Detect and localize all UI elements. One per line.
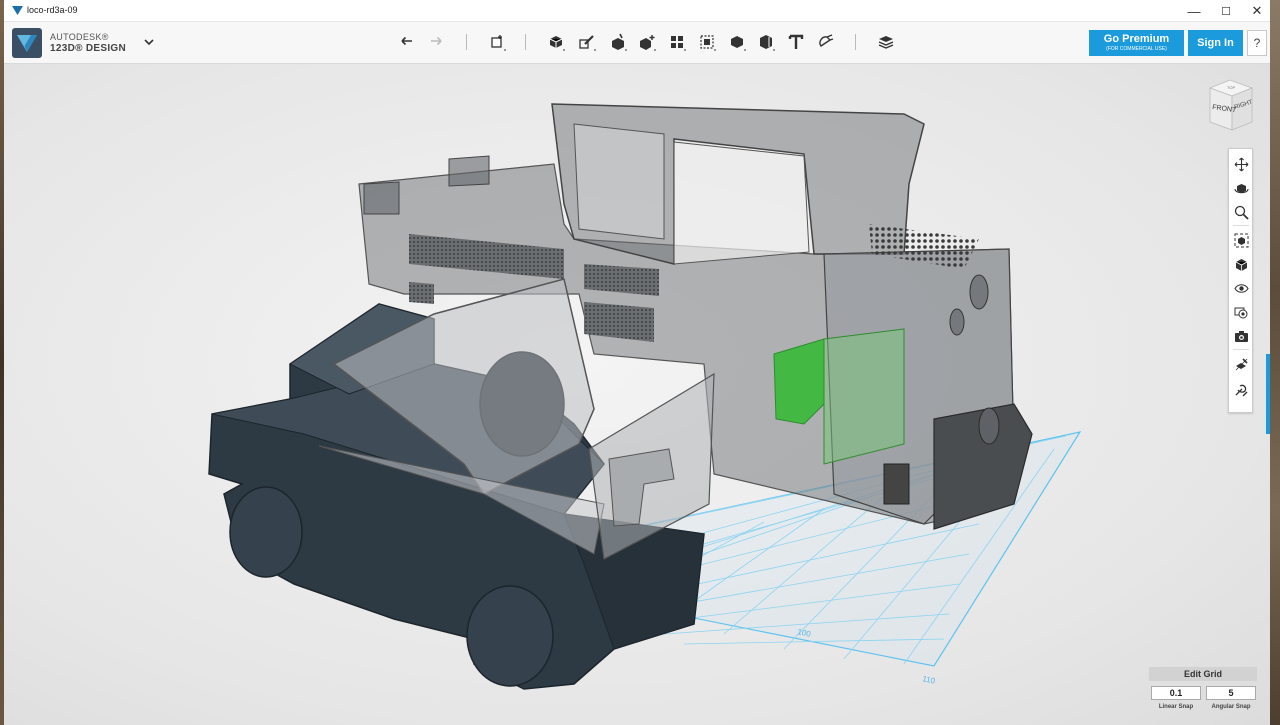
angular-snap-label: Angular Snap xyxy=(1211,704,1251,710)
app-brand-logo-icon[interactable] xyxy=(12,28,42,58)
dropdown-dot xyxy=(744,49,746,51)
close-button[interactable]: ✕ xyxy=(1242,0,1270,22)
zoom-icon xyxy=(1234,205,1249,220)
redo-icon xyxy=(431,36,442,46)
linear-snap-label: Linear Snap xyxy=(1158,704,1194,710)
wheel-rear-left[interactable] xyxy=(466,585,554,687)
snap-icon xyxy=(819,34,834,47)
maximize-button[interactable]: ☐ xyxy=(1211,0,1241,22)
dropdown-dot xyxy=(563,49,565,51)
materials-icon xyxy=(1234,307,1247,318)
primitives-button[interactable] xyxy=(544,30,568,54)
group-button[interactable] xyxy=(695,30,719,54)
number-plate xyxy=(883,463,910,505)
screenshot-icon xyxy=(1234,330,1248,342)
orbit-icon xyxy=(1233,183,1249,193)
grid-label-110: 110 xyxy=(922,674,937,686)
undo-button[interactable] xyxy=(395,30,419,54)
pan-icon xyxy=(1234,157,1248,171)
3d-viewport[interactable]: 100 110 FRONT RIGHT TOP Edit Grid 0.1 5 … xyxy=(4,64,1270,725)
help-button[interactable]: ? xyxy=(1247,30,1267,56)
view-cube[interactable]: FRONT RIGHT TOP xyxy=(1202,78,1258,134)
modify-button[interactable] xyxy=(635,30,659,54)
nav-views-button[interactable] xyxy=(1232,255,1250,273)
views-icon xyxy=(1235,258,1247,271)
model-scene[interactable]: 100 110 xyxy=(4,64,1270,725)
nav-orbit-button[interactable] xyxy=(1232,179,1250,197)
side-grille-lower xyxy=(409,282,434,304)
nav-fit-button[interactable] xyxy=(1232,231,1250,249)
dropdown-dot xyxy=(654,49,656,51)
dropdown-dot xyxy=(773,49,775,51)
settings-icon xyxy=(1235,384,1247,396)
dropdown-dot xyxy=(504,49,506,51)
measure-button[interactable] xyxy=(754,30,778,54)
window-title: loco-rd3a-09 xyxy=(27,5,78,15)
angular-snap-input[interactable]: 5 xyxy=(1206,686,1256,700)
nav-pan-button[interactable] xyxy=(1232,155,1250,173)
go-premium-button[interactable]: Go Premium (FOR COMMERCIAL USE) xyxy=(1089,30,1184,56)
construct-button[interactable] xyxy=(606,30,630,54)
combine-button[interactable] xyxy=(725,30,749,54)
brand-product: 123D® DESIGN xyxy=(50,43,126,54)
app-logo-icon xyxy=(12,6,23,15)
snap-grid-icon xyxy=(1235,357,1248,370)
material-icon xyxy=(878,36,894,49)
cab-door-opening xyxy=(673,141,810,265)
wheel-front-left[interactable] xyxy=(229,486,303,578)
highlighted-part-body[interactable] xyxy=(823,328,905,465)
toolbar-separator xyxy=(525,34,526,50)
undo-icon xyxy=(401,36,412,46)
sketch-button[interactable] xyxy=(575,30,599,54)
fit-icon xyxy=(1234,233,1248,247)
brand-company: AUTODESK® xyxy=(50,32,109,42)
toolbar-separator xyxy=(466,34,467,50)
viewcube-top-label: TOP xyxy=(1227,85,1235,90)
snap-button[interactable] xyxy=(814,30,838,54)
main-toolbar: AUTODESK® 123D® DESIGN Go Premium (FOR C… xyxy=(4,22,1270,64)
nav-screenshot-button[interactable] xyxy=(1232,327,1250,345)
nav-visibility-button[interactable] xyxy=(1232,279,1250,297)
dropdown-dot xyxy=(625,49,627,51)
minimize-button[interactable]: — xyxy=(1179,0,1209,22)
text-button[interactable] xyxy=(784,30,808,54)
text-icon xyxy=(788,34,804,49)
redo-button[interactable] xyxy=(424,30,448,54)
dropdown-dot xyxy=(714,49,716,51)
dropdown-dot xyxy=(594,49,596,51)
linear-snap-input[interactable]: 0.1 xyxy=(1151,686,1201,700)
nav-materials-button[interactable] xyxy=(1232,303,1250,321)
visibility-icon xyxy=(1233,283,1249,293)
navbar-separator xyxy=(1233,349,1249,350)
material-button[interactable] xyxy=(874,30,898,54)
nav-snap-grid-button[interactable] xyxy=(1232,355,1250,373)
toolbar-separator xyxy=(855,34,856,50)
premium-sublabel: (FOR COMMERCIAL USE) xyxy=(1106,46,1167,52)
navigation-bar xyxy=(1228,148,1253,413)
chevron-down-icon[interactable] xyxy=(142,35,156,49)
nav-zoom-button[interactable] xyxy=(1232,203,1250,221)
nav-settings-button[interactable] xyxy=(1232,381,1250,399)
pattern-button[interactable] xyxy=(665,30,689,54)
sign-in-button[interactable]: Sign In xyxy=(1188,30,1243,56)
highlighted-part-face[interactable] xyxy=(773,338,825,425)
dropdown-dot xyxy=(684,49,686,51)
desktop-background-right xyxy=(1270,0,1280,725)
title-bar: loco-rd3a-09 — ☐ ✕ xyxy=(4,0,1270,22)
application-window: loco-rd3a-09 — ☐ ✕ AUTODESK® 123D® DESIG… xyxy=(4,0,1270,725)
transform-button[interactable] xyxy=(485,30,509,54)
coupler[interactable] xyxy=(978,407,1000,445)
navbar-separator xyxy=(1233,225,1249,226)
edit-grid-button[interactable]: Edit Grid xyxy=(1149,667,1257,681)
premium-label: Go Premium xyxy=(1103,33,1170,45)
